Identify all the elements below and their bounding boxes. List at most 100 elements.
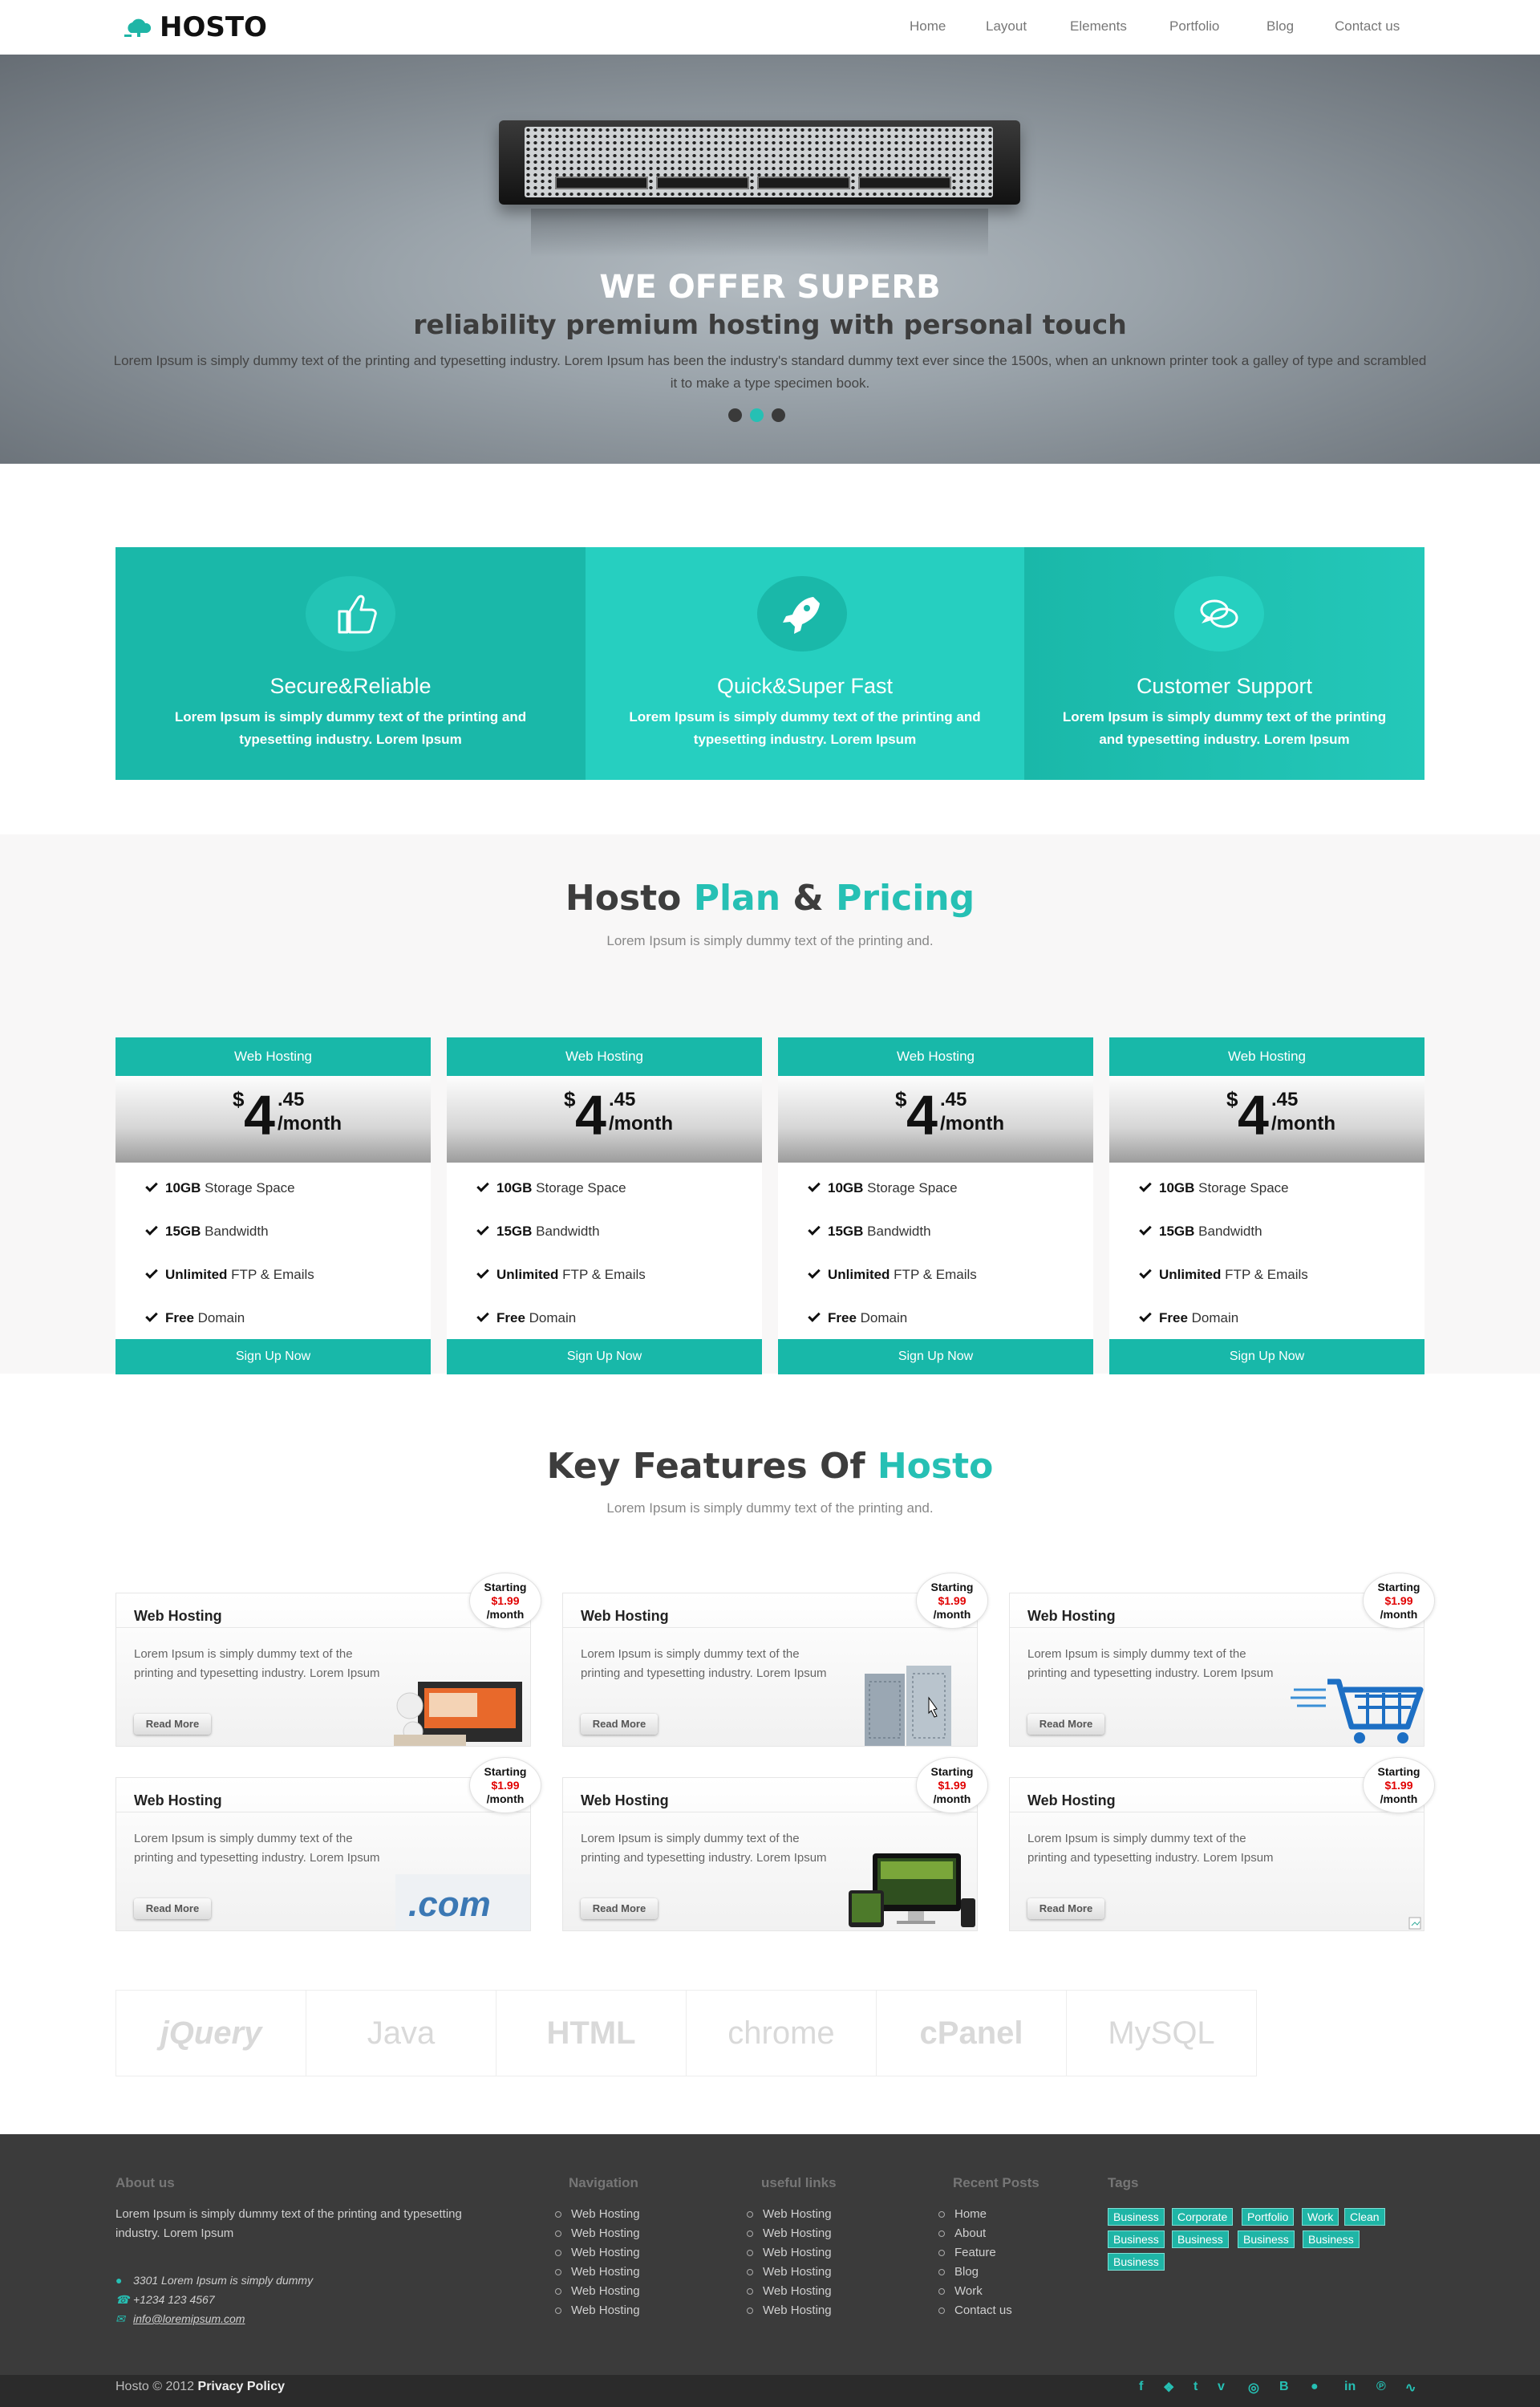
pinterest-icon[interactable]: ℗ <box>1376 2380 1386 2394</box>
feature-text: Lorem Ipsum is simply dummy text of the … <box>1062 709 1387 747</box>
nav-portfolio[interactable]: Portfolio <box>1169 0 1219 55</box>
footer-link[interactable]: Web Hosting <box>555 2243 640 2263</box>
card-title: Web Hosting <box>1027 1608 1116 1624</box>
footer-link[interactable]: Home <box>938 2205 1012 2224</box>
read-more-button[interactable]: Read More <box>1027 1898 1104 1919</box>
plan-price: $4.45/month <box>116 1076 431 1163</box>
plan-feature: 15GB Bandwidth <box>1139 1211 1424 1254</box>
slider-dot-2[interactable] <box>750 408 764 422</box>
card-title: Web Hosting <box>1027 1792 1116 1808</box>
footer-recent-list: Home About Feature Blog Work Contact us <box>938 2205 1012 2320</box>
check-icon <box>1139 1179 1152 1192</box>
price-badge: Starting $1.99/month <box>916 1757 988 1813</box>
footer-link[interactable]: Feature <box>938 2243 1012 2263</box>
key-features-title: Key Features Of Hosto <box>546 1446 994 1487</box>
tag[interactable]: Business <box>1108 2208 1165 2226</box>
linkedin-icon[interactable]: in <box>1344 2380 1356 2394</box>
footer-link[interactable]: Web Hosting <box>555 2282 640 2301</box>
tag[interactable]: Work <box>1302 2208 1339 2226</box>
footer-link[interactable]: Web Hosting <box>555 2205 640 2224</box>
hero-slider <box>0 55 1540 464</box>
tag[interactable]: Business <box>1108 2230 1165 2248</box>
server-image <box>499 120 1020 257</box>
footer-link[interactable]: About <box>938 2224 1012 2243</box>
hero-subtitle: reliability premium hosting with persona… <box>413 309 1127 340</box>
hero-title: WE OFFER SUPERB <box>599 269 941 306</box>
footer-link[interactable]: Web Hosting <box>555 2301 640 2320</box>
site-logo[interactable]: HOSTO <box>124 11 267 43</box>
sign-up-button[interactable]: Sign Up Now <box>778 1339 1093 1374</box>
footer-link[interactable]: Contact us <box>938 2301 1012 2320</box>
key-features-subtitle: Lorem Ipsum is simply dummy text of the … <box>606 1500 934 1516</box>
flickr-icon[interactable]: ● <box>1311 2380 1319 2394</box>
feature-box-fast: Quick&Super Fast Lorem Ipsum is simply d… <box>586 547 1024 780</box>
twitter-icon[interactable]: ❖ <box>1163 2380 1174 2396</box>
footer-link[interactable]: Web Hosting <box>555 2224 640 2243</box>
facebook-icon[interactable]: f <box>1139 2380 1143 2394</box>
behance-icon[interactable]: B <box>1279 2380 1289 2394</box>
logo-mysql: MySQL <box>1066 1990 1257 2076</box>
tag[interactable]: Business <box>1303 2230 1360 2248</box>
rss-icon[interactable]: ∿ <box>1405 2380 1416 2396</box>
card-text: Lorem Ipsum is simply dummy text of the … <box>1027 1647 1274 1680</box>
plan-feature: 10GB Storage Space <box>145 1167 431 1211</box>
price-badge: Starting $1.99/month <box>1363 1573 1435 1629</box>
slider-dot-1[interactable] <box>728 408 742 422</box>
price-badge: Starting $1.99/month <box>916 1573 988 1629</box>
key-feature-card: Web Hosting Lorem Ipsum is simply dummy … <box>1009 1757 1435 1931</box>
logo-java: Java <box>306 1990 496 2076</box>
privacy-policy-link[interactable]: Privacy Policy <box>198 2380 286 2393</box>
read-more-button[interactable]: Read More <box>134 1714 211 1735</box>
check-icon <box>145 1223 158 1236</box>
footer-link[interactable]: Web Hosting <box>747 2301 832 2320</box>
footer-link[interactable]: Work <box>938 2282 1012 2301</box>
footer-link[interactable]: Web Hosting <box>747 2243 832 2263</box>
sign-up-button[interactable]: Sign Up Now <box>447 1339 762 1374</box>
plan-name: Web Hosting <box>116 1037 431 1076</box>
thumbs-up-icon <box>306 576 395 651</box>
nav-home[interactable]: Home <box>910 0 946 55</box>
nav-elements[interactable]: Elements <box>1070 0 1127 55</box>
footer-email-link[interactable]: info@loremipsum.com <box>133 2312 245 2325</box>
read-more-button[interactable]: Read More <box>581 1714 658 1735</box>
plan-feature: Unlimited FTP & Emails <box>808 1254 1093 1297</box>
footer-link[interactable]: Blog <box>938 2263 1012 2282</box>
tag[interactable]: Corporate <box>1172 2208 1234 2226</box>
dribbble-icon[interactable]: ◎ <box>1248 2380 1259 2396</box>
tag[interactable]: Business <box>1172 2230 1229 2248</box>
tag[interactable]: Business <box>1108 2253 1165 2271</box>
feature-title: Quick&Super Fast <box>716 674 894 698</box>
tag[interactable]: Clean <box>1344 2208 1385 2226</box>
check-icon <box>808 1309 821 1322</box>
vimeo-icon[interactable]: v <box>1218 2380 1225 2394</box>
sign-up-button[interactable]: Sign Up Now <box>116 1339 431 1374</box>
tumblr-icon[interactable]: t <box>1194 2380 1198 2394</box>
nav-blog[interactable]: Blog <box>1266 0 1294 55</box>
footer-link[interactable]: Web Hosting <box>747 2263 832 2282</box>
sign-up-button[interactable]: Sign Up Now <box>1109 1339 1424 1374</box>
tag[interactable]: Business <box>1238 2230 1295 2248</box>
footer-link[interactable]: Web Hosting <box>747 2205 832 2224</box>
plan-feature: Free Domain <box>145 1297 431 1341</box>
check-icon <box>808 1266 821 1279</box>
read-more-button[interactable]: Read More <box>581 1898 658 1919</box>
nav-contact[interactable]: Contact us <box>1335 0 1400 55</box>
slider-dot-3[interactable] <box>772 408 785 422</box>
tag[interactable]: Portfolio <box>1242 2208 1295 2226</box>
pricing-title: Hosto Plan & Pricing <box>565 878 975 919</box>
read-more-button[interactable]: Read More <box>1027 1714 1104 1735</box>
footer-recent-title: Recent Posts <box>953 2175 1040 2190</box>
plan-feature: 10GB Storage Space <box>476 1167 762 1211</box>
card-text: Lorem Ipsum is simply dummy text of the … <box>134 1832 380 1865</box>
footer-link[interactable]: Web Hosting <box>555 2263 640 2282</box>
devices-image <box>841 1842 977 1930</box>
check-icon <box>808 1223 821 1236</box>
footer-link[interactable]: Web Hosting <box>747 2224 832 2243</box>
nav-layout[interactable]: Layout <box>986 0 1027 55</box>
feature-text: Lorem Ipsum is simply dummy text of the … <box>629 709 981 747</box>
footer-link[interactable]: Web Hosting <box>747 2282 832 2301</box>
read-more-button[interactable]: Read More <box>134 1898 211 1919</box>
check-icon <box>476 1179 489 1192</box>
pricing-card: Web Hosting $4.45/month 10GB Storage Spa… <box>116 1037 431 1374</box>
website-design-image <box>394 1658 530 1746</box>
